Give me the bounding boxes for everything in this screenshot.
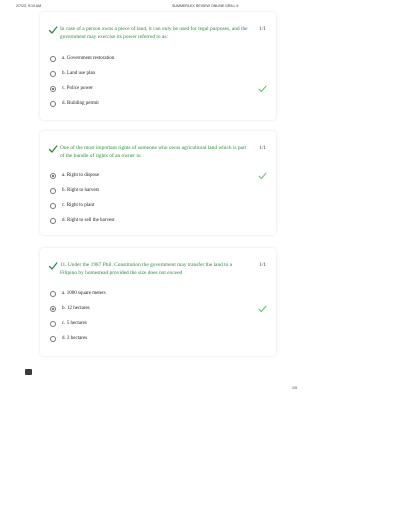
option-c[interactable]: c. Right to plant xyxy=(50,203,270,213)
option-c[interactable]: c. Police power xyxy=(50,85,270,96)
option-label: b. 12 hectares xyxy=(62,306,90,311)
option-d[interactable]: d. 3 hectares xyxy=(50,336,270,346)
option-label: d. 3 hectares xyxy=(62,336,88,341)
question-text: 11. Under the 1987 Phil. Constitution th… xyxy=(60,262,233,276)
option-label: c. Right to plant xyxy=(62,203,95,208)
question-text: One of the most important rights of some… xyxy=(60,145,247,159)
option-label: c. Police power xyxy=(62,86,93,91)
question-card-2: One of the most important rights of some… xyxy=(40,131,276,235)
print-date: 2/7/23, 9:19 AM xyxy=(16,4,42,8)
check-icon xyxy=(48,26,58,34)
option-label: a. Right to dispose xyxy=(62,173,100,178)
option-b[interactable]: b. Right to harvest xyxy=(50,188,270,198)
question-points: 1/1 xyxy=(259,145,266,151)
option-d[interactable]: d. Building permit xyxy=(50,101,270,111)
radio-button-selected[interactable] xyxy=(50,173,56,179)
page-number: 1/9 xyxy=(292,386,297,390)
radio-button[interactable] xyxy=(50,336,56,342)
question-card-1: In case of a person owns a piece of land… xyxy=(40,12,276,120)
option-d[interactable]: d. Right to sell the harvest xyxy=(50,218,270,228)
radio-button[interactable] xyxy=(50,101,56,107)
option-label: a. Government restoration xyxy=(62,56,115,61)
correct-check-icon xyxy=(258,172,267,179)
option-a[interactable]: a. 1000 square meters xyxy=(50,291,270,301)
radio-button-selected[interactable] xyxy=(50,306,56,312)
question-card-3: 11. Under the 1987 Phil. Constitution th… xyxy=(40,248,276,356)
message-icon[interactable] xyxy=(25,369,32,375)
option-b[interactable]: b. Land use plan xyxy=(50,71,270,81)
check-icon xyxy=(48,145,58,153)
radio-button[interactable] xyxy=(50,71,56,77)
option-label: d. Building permit xyxy=(62,101,99,106)
option-label: b. Right to harvest xyxy=(62,188,99,193)
radio-button[interactable] xyxy=(50,321,56,327)
option-label: b. Land use plan xyxy=(62,71,96,76)
radio-button[interactable] xyxy=(50,291,56,297)
radio-button[interactable] xyxy=(50,218,56,224)
option-a[interactable]: a. Government restoration xyxy=(50,56,270,66)
question-points: 1/1 xyxy=(259,262,266,268)
question-text: In case of a person owns a piece of land… xyxy=(60,26,248,40)
correct-check-icon xyxy=(258,85,267,92)
option-label: a. 1000 square meters xyxy=(62,291,106,296)
option-label: d. Right to sell the harvest xyxy=(62,218,115,223)
radio-button[interactable] xyxy=(50,188,56,194)
option-a[interactable]: a. Right to dispose xyxy=(50,172,270,183)
radio-button[interactable] xyxy=(50,56,56,62)
option-b[interactable]: b. 12 hectares xyxy=(50,305,270,316)
option-label: c. 5 hectares xyxy=(62,321,87,326)
radio-button[interactable] xyxy=(50,203,56,209)
print-title: SUMMERLEX REVIEW ONLINE DRILL 9 xyxy=(172,4,239,8)
question-points: 1/1 xyxy=(259,26,266,32)
option-c[interactable]: c. 5 hectares xyxy=(50,321,270,331)
radio-button-selected[interactable] xyxy=(50,86,56,92)
check-icon xyxy=(48,262,58,270)
correct-check-icon xyxy=(258,305,267,312)
